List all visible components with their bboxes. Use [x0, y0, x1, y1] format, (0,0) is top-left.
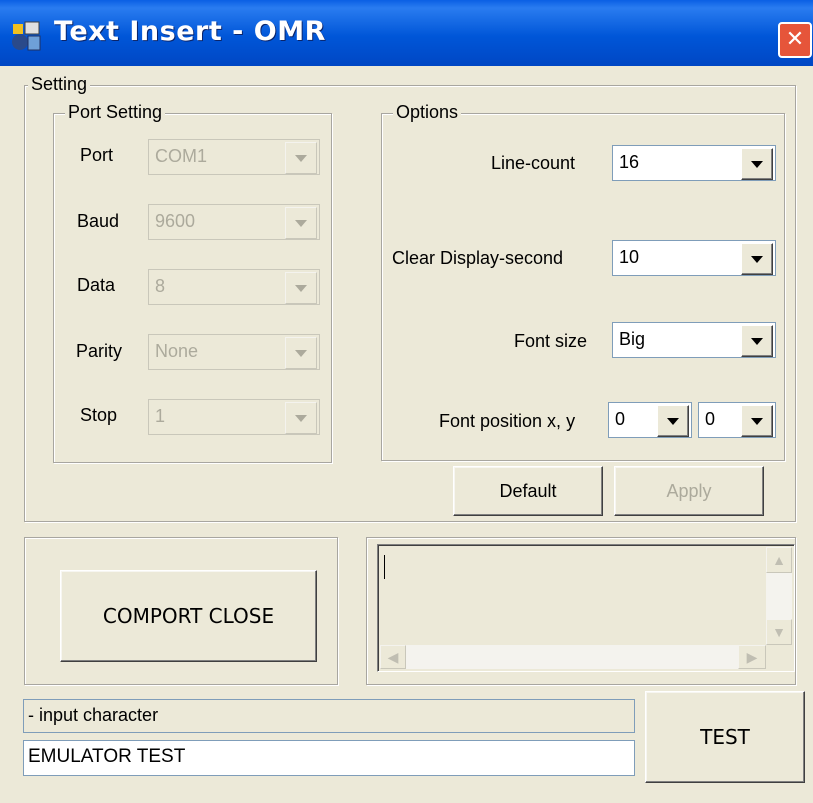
chevron-down-icon [285, 142, 317, 174]
test-button[interactable]: TEST [645, 691, 805, 783]
scroll-down-icon: ▼ [772, 624, 786, 640]
vertical-scrollbar[interactable]: ▲ ▼ [766, 547, 792, 645]
baud-combo[interactable]: 9600 [148, 204, 320, 240]
setting-legend: Setting [28, 73, 91, 95]
font-size-combo[interactable]: Big [612, 322, 776, 358]
scroll-left-icon: ◀ [387, 648, 399, 665]
font-position-y-value: 0 [705, 409, 716, 429]
port-combo[interactable]: COM1 [148, 139, 320, 175]
port-label: Port [80, 145, 114, 165]
line-count-value: 16 [619, 152, 640, 172]
stop-label: Stop [80, 405, 118, 425]
chevron-down-icon [657, 405, 689, 437]
window-title: Text Insert - OMR [54, 16, 326, 47]
parity-combo[interactable]: None [148, 334, 320, 370]
line-count-label: Line-count [491, 153, 576, 173]
port-value: COM1 [155, 146, 208, 166]
scroll-right-button[interactable]: ▶ [738, 645, 766, 669]
line-count-combo[interactable]: 16 [612, 145, 776, 181]
horizontal-scrollbar[interactable]: ◀ ▶ [380, 645, 766, 669]
text-cursor [384, 555, 385, 579]
parity-value: None [155, 341, 199, 361]
data-value: 8 [155, 276, 166, 296]
chevron-down-icon [741, 148, 773, 180]
data-combo[interactable]: 8 [148, 269, 320, 305]
title-bar[interactable]: Text Insert - OMR ✕ [0, 0, 813, 66]
chevron-down-icon [285, 402, 317, 434]
parity-label: Parity [76, 341, 123, 361]
clear-display-label: Clear Display-second [392, 248, 564, 268]
scrollbar-corner [766, 645, 792, 669]
font-size-value: Big [619, 329, 646, 349]
scroll-left-button[interactable]: ◀ [380, 645, 406, 669]
clear-display-combo[interactable]: 10 [612, 240, 776, 276]
chevron-down-icon [741, 405, 773, 437]
scroll-up-icon: ▲ [772, 552, 786, 568]
scroll-up-button[interactable]: ▲ [766, 547, 792, 573]
scroll-right-icon: ▶ [746, 648, 758, 665]
data-label: Data [77, 275, 116, 295]
clear-display-value: 10 [619, 247, 640, 267]
baud-value: 9600 [155, 211, 196, 231]
close-button[interactable]: ✕ [778, 22, 812, 58]
chevron-down-icon [285, 272, 317, 304]
close-icon: ✕ [785, 27, 805, 52]
font-position-label: Font position x, y [439, 411, 576, 431]
apply-button[interactable]: Apply [614, 466, 764, 516]
chevron-down-icon [285, 207, 317, 239]
input-character-field[interactable]: EMULATOR TEST [23, 740, 635, 776]
scroll-down-button[interactable]: ▼ [766, 619, 792, 645]
stop-combo[interactable]: 1 [148, 399, 320, 435]
chevron-down-icon [285, 337, 317, 369]
log-textarea[interactable]: ▲ ▼ ◀ ▶ [377, 544, 795, 672]
comport-close-button[interactable]: COMPORT CLOSE [60, 570, 317, 662]
port-setting-legend: Port Setting [65, 101, 166, 123]
chevron-down-icon [741, 325, 773, 357]
font-position-x-value: 0 [615, 409, 626, 429]
application-icon[interactable] [10, 20, 44, 54]
font-position-x-combo[interactable]: 0 [608, 402, 692, 438]
font-position-y-combo[interactable]: 0 [698, 402, 776, 438]
baud-label: Baud [77, 211, 120, 231]
input-character-caption: - input character [23, 699, 635, 733]
options-legend: Options [393, 101, 462, 123]
default-button[interactable]: Default [453, 466, 603, 516]
font-size-label: Font size [514, 331, 588, 351]
chevron-down-icon [741, 243, 773, 275]
stop-value: 1 [155, 406, 166, 426]
